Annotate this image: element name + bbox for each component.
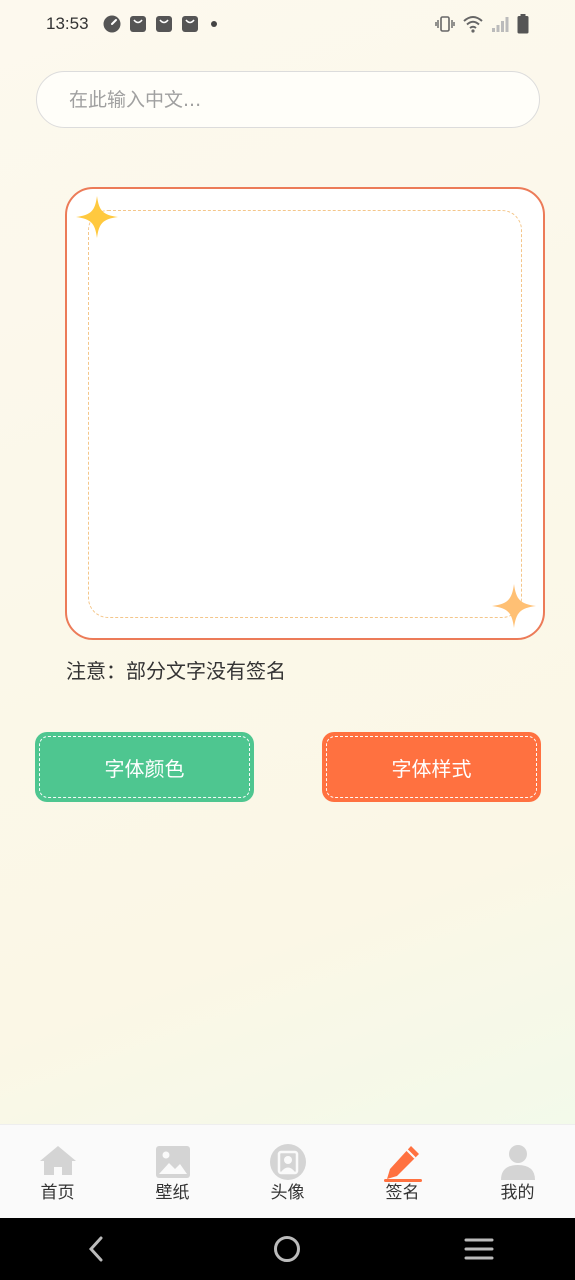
tab-active-indicator [383, 1179, 422, 1182]
status-time: 13:53 [46, 14, 89, 33]
wifi-icon [463, 16, 483, 33]
tab-wallpaper-label: 壁纸 [155, 1183, 190, 1203]
home-icon [39, 1146, 76, 1175]
bottom-tab-bar: 首页 壁纸 头像 签名 我的 [0, 1124, 575, 1218]
gauge-icon [103, 15, 121, 33]
tab-me-label: 我的 [500, 1183, 535, 1203]
tab-avatar-label: 头像 [270, 1183, 305, 1203]
font-color-label: 字体颜色 [104, 756, 185, 781]
image-icon [155, 1146, 190, 1178]
pencil-icon [386, 1146, 419, 1179]
status-right [435, 14, 529, 34]
tab-me[interactable]: 我的 [460, 1125, 575, 1218]
signal-icon [492, 17, 509, 32]
sparkle-icon [492, 584, 536, 628]
home-button[interactable] [257, 1229, 317, 1269]
back-button[interactable] [66, 1229, 126, 1269]
portrait-icon [269, 1144, 306, 1180]
bag-icon [155, 16, 172, 32]
status-bar: 13:53 [0, 0, 575, 48]
user-icon [500, 1145, 535, 1180]
bag-icon [181, 16, 198, 32]
tab-signature[interactable]: 签名 [345, 1125, 460, 1218]
system-nav-bar [0, 1218, 575, 1280]
dot-icon [210, 21, 217, 27]
menu-icon [464, 1238, 494, 1260]
notice-text: 注意：部分文字没有签名 [66, 659, 286, 683]
battery-icon [517, 14, 529, 34]
tab-home-label: 首页 [40, 1183, 75, 1203]
search-box [36, 71, 540, 128]
sparkle-icon [76, 196, 118, 238]
vibrate-icon [435, 16, 455, 32]
bag-icon [129, 16, 146, 32]
font-style-button[interactable]: 字体样式 [322, 732, 541, 802]
tab-wallpaper[interactable]: 壁纸 [115, 1125, 230, 1218]
back-icon [88, 1236, 103, 1262]
tab-avatar[interactable]: 头像 [230, 1125, 345, 1218]
font-color-button[interactable]: 字体颜色 [35, 732, 254, 802]
tab-signature-label: 签名 [385, 1183, 420, 1203]
recents-button[interactable] [449, 1229, 509, 1269]
search-input[interactable] [37, 72, 539, 127]
home-circle-icon [274, 1236, 301, 1262]
signature-inner-frame [88, 210, 522, 618]
tab-home[interactable]: 首页 [0, 1125, 115, 1218]
font-style-label: 字体样式 [391, 756, 472, 781]
